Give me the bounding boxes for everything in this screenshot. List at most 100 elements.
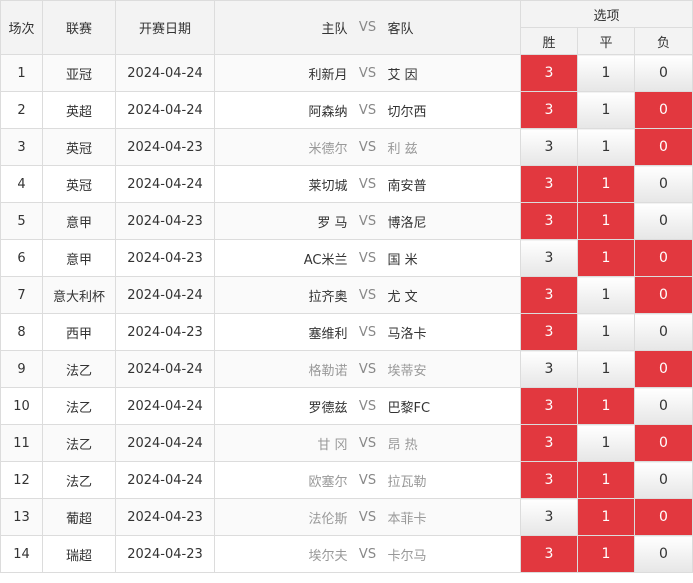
option-win[interactable]: 3: [520, 498, 578, 536]
vs-label: VS: [358, 361, 377, 377]
option-draw[interactable]: 1: [577, 461, 635, 499]
option-lose[interactable]: 0: [633, 202, 693, 240]
header-vs: VS: [358, 20, 377, 35]
option-win[interactable]: 3: [520, 313, 578, 351]
match-table: 场次 联赛 开赛日期 主队 VS 客队 选项 胜 平 负 1 亚冠 2024-04-…: [0, 0, 693, 573]
option-lose[interactable]: 0: [633, 424, 693, 462]
option-lose[interactable]: 0: [633, 461, 693, 499]
match-cell: 欧塞尔 VS 拉瓦勒: [214, 461, 521, 499]
home-team: 拉齐奥: [308, 289, 348, 305]
away-team: 南安普: [387, 178, 427, 194]
option-lose[interactable]: 0: [633, 313, 693, 351]
vs-label: VS: [358, 472, 377, 488]
date-cell: 2024-04-23: [115, 239, 215, 277]
option-win[interactable]: 3: [520, 165, 578, 203]
away-team: 国 米: [387, 252, 418, 268]
league-cell: 法乙: [42, 461, 116, 499]
option-draw[interactable]: 1: [577, 128, 635, 166]
league-cell: 葡超: [42, 498, 116, 536]
home-team: 格勒诺: [308, 363, 348, 379]
match-cell: 阿森纳 VS 切尔西: [214, 91, 521, 129]
match-cell: 埃尔夫 VS 卡尔马: [214, 535, 521, 573]
table-row: 11 法乙 2024-04-24 甘 冈 VS 昂 热 310: [0, 424, 693, 462]
date-cell: 2024-04-24: [115, 54, 215, 92]
option-draw[interactable]: 1: [577, 535, 635, 573]
option-lose[interactable]: 0: [633, 498, 693, 536]
match-number: 7: [0, 276, 43, 314]
header-win: 胜: [520, 27, 578, 55]
match-number: 11: [0, 424, 43, 462]
option-draw[interactable]: 1: [577, 498, 635, 536]
option-lose[interactable]: 0: [633, 128, 693, 166]
option-win[interactable]: 3: [520, 461, 578, 499]
option-win[interactable]: 3: [520, 535, 578, 573]
option-draw[interactable]: 1: [577, 313, 635, 351]
header-match: 主队 VS 客队: [214, 0, 521, 55]
option-win[interactable]: 3: [520, 350, 578, 388]
option-win[interactable]: 3: [520, 276, 578, 314]
date-cell: 2024-04-24: [115, 461, 215, 499]
header-options: 选项: [519, 0, 693, 28]
away-team: 尤 文: [387, 289, 418, 305]
option-lose[interactable]: 0: [633, 350, 693, 388]
option-draw[interactable]: 1: [577, 276, 635, 314]
away-team: 巴黎FC: [387, 400, 431, 416]
league-cell: 英超: [42, 91, 116, 129]
home-team: 埃尔夫: [308, 548, 348, 564]
date-cell: 2024-04-23: [115, 498, 215, 536]
vs-label: VS: [358, 102, 377, 118]
option-win[interactable]: 3: [520, 54, 578, 92]
vs-label: VS: [358, 250, 377, 266]
match-number: 2: [0, 91, 43, 129]
option-lose[interactable]: 0: [633, 535, 693, 573]
option-lose[interactable]: 0: [633, 165, 693, 203]
match-cell: 罗德兹 VS 巴黎FC: [214, 387, 521, 425]
match-cell: 格勒诺 VS 埃蒂安: [214, 350, 521, 388]
home-team: 米德尔: [308, 141, 348, 157]
date-cell: 2024-04-24: [115, 424, 215, 462]
league-cell: 英冠: [42, 128, 116, 166]
league-cell: 法乙: [42, 424, 116, 462]
option-lose[interactable]: 0: [633, 239, 693, 277]
option-draw[interactable]: 1: [577, 91, 635, 129]
option-draw[interactable]: 1: [577, 424, 635, 462]
match-cell: 罗 马 VS 博洛尼: [214, 202, 521, 240]
table-row: 9 法乙 2024-04-24 格勒诺 VS 埃蒂安 3 1 0: [0, 350, 693, 388]
option-lose[interactable]: 0: [633, 276, 693, 314]
option-draw[interactable]: 1: [577, 54, 635, 92]
option-win[interactable]: 3: [520, 91, 578, 129]
header-home: 主队: [321, 22, 348, 37]
option-lose[interactable]: 0: [633, 54, 693, 92]
home-team: AC米兰: [303, 252, 348, 268]
option-lose[interactable]: 0: [633, 387, 693, 425]
match-number: 4: [0, 165, 43, 203]
table-row: 4 英冠 2024-04-24 莱切城 VS 南安普 3 1 0: [0, 165, 693, 203]
vs-label: VS: [358, 139, 377, 155]
option-win[interactable]: 3: [520, 239, 578, 277]
home-team: 甘 冈: [317, 437, 348, 453]
option-draw[interactable]: 1: [577, 165, 635, 203]
option-win[interactable]: 3: [520, 128, 578, 166]
header-away: 客队: [387, 22, 414, 37]
vs-label: VS: [358, 509, 377, 525]
option-draw[interactable]: 1: [577, 350, 635, 388]
option-draw[interactable]: 1: [577, 239, 635, 277]
match-cell: AC米兰 VS 国 米: [214, 239, 521, 277]
option-win[interactable]: 3: [520, 202, 578, 240]
match-cell: 米德尔 VS 利 兹: [214, 128, 521, 166]
option-lose[interactable]: 0: [633, 91, 693, 129]
away-team: 卡尔马: [387, 548, 427, 564]
option-win[interactable]: 3: [520, 387, 578, 425]
match-cell: 利新月 VS 艾 因: [214, 54, 521, 92]
away-team: 艾 因: [387, 67, 418, 83]
option-draw[interactable]: 1: [577, 387, 635, 425]
option-draw[interactable]: 1: [577, 202, 635, 240]
league-cell: 意甲: [42, 202, 116, 240]
away-team: 利 兹: [387, 141, 418, 157]
away-team: 埃蒂安: [387, 363, 427, 379]
match-cell: 甘 冈 VS 昂 热: [214, 424, 521, 462]
home-team: 塞维利: [308, 326, 348, 342]
date-cell: 2024-04-24: [115, 350, 215, 388]
table-row: 1 亚冠 2024-04-24 利新月 VS 艾 因310: [0, 54, 693, 92]
option-win[interactable]: 3: [520, 424, 578, 462]
